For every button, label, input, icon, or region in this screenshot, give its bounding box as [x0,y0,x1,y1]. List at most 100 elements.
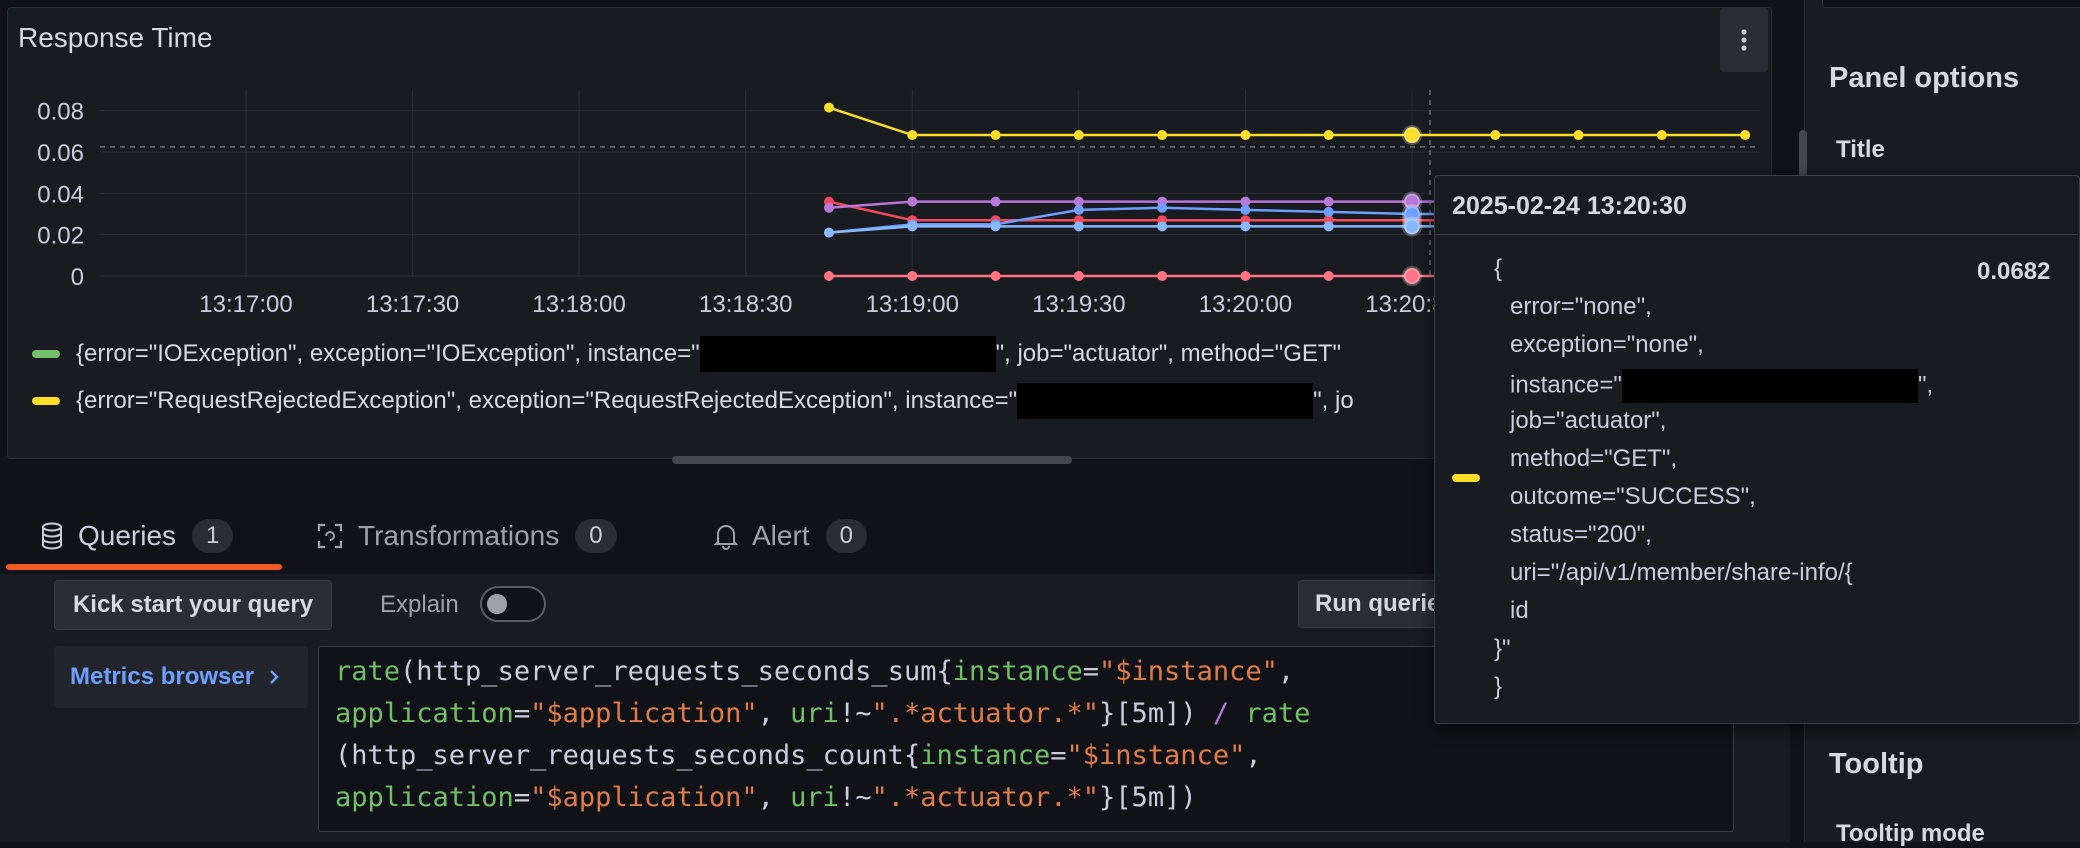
legend-item-partial: {error="none", exception="none", instanc… [70,432,1470,446]
data-point [1490,130,1501,141]
tooltip-timestamp: 2025-02-24 13:20:30 [1452,192,1687,220]
x-tick-label: 13:18:30 [699,291,792,318]
data-point [1323,206,1334,217]
tooltip-label-line: job="actuator", [1510,407,1667,434]
tab-label: Queries [78,520,177,551]
x-tick-label: 13:17:00 [199,291,292,318]
chevron-right-icon [270,670,279,684]
y-tick-label: 0 [71,264,84,291]
legend-label-pre: {error="RequestRejectedException", excep… [76,387,1018,414]
data-point [1073,130,1084,141]
title-field-label: Title [1836,136,1885,163]
sidebar-scrollbar[interactable] [1799,130,1807,180]
kick-start-query-button[interactable]: Kick start your query [54,580,332,630]
tab-transformations[interactable]: Transformations 0 [316,500,617,572]
y-tick-label: 0.08 [37,99,84,126]
tab-queries[interactable]: Queries 1 [40,500,234,572]
legend-label-pre: {error="IOException", exception="IOExcep… [76,340,700,367]
data-point [990,130,1001,141]
tooltip-label-line: } [1494,673,1503,700]
x-tick-label: 13:19:30 [1032,291,1125,318]
data-point [1157,202,1168,213]
series-line [828,106,1746,137]
data-point [990,271,1001,281]
data-point [1740,130,1751,141]
data-point [1157,271,1168,281]
data-point [1240,221,1251,232]
data-point [1323,221,1334,232]
data-point [907,271,918,281]
tab-label: Alert [752,520,810,551]
data-point [1073,271,1084,281]
panel-options-heading[interactable]: Panel options [1829,62,2019,95]
tooltip-series-swatch [1452,474,1480,482]
data-point [1073,204,1084,215]
code-line: application="$application", uri!~".*actu… [335,782,1197,813]
data-point [1240,204,1251,215]
data-point [1323,271,1334,281]
data-point [1402,266,1422,286]
transform-icon [317,523,343,549]
x-tick-label: 13:19:00 [866,291,959,318]
data-point [1656,130,1667,141]
data-point [824,102,834,113]
kebab-vertical-icon [1741,29,1747,51]
redacted-instance [1621,369,1918,403]
metrics-browser-label: Metrics browser [70,663,255,690]
legend-item[interactable]: {error="IOException", exception="IOExcep… [32,334,1341,374]
data-point [824,202,834,213]
explain-label: Explain [380,591,459,618]
tooltip-label-line: instance=" ", [1510,369,1933,403]
tab-alert[interactable]: Alert 0 [714,500,867,572]
tab-count-badge: 1 [192,519,234,553]
panel-title: Response Time [18,22,213,53]
data-point [990,196,1001,207]
sidebar-search-box[interactable] [1822,0,2080,8]
legend-label-post: ", job="actuator", method="GET" [995,340,1342,367]
data-point [1157,221,1168,232]
tooltip-label-line: status="200", [1510,521,1652,548]
tooltip-label-line: error="none", [1510,293,1652,320]
y-tick-label: 0.04 [37,181,84,208]
y-tick-label: 0.06 [37,140,84,167]
data-point [1073,221,1084,232]
y-axis-ticks: 0 0.02 0.04 0.06 0.08 [37,99,84,291]
data-point [1402,216,1422,237]
data-point [1323,196,1334,207]
tooltip-value: 0.0682 [1977,258,2051,285]
data-point [1573,130,1584,141]
tooltip-mode-label: Tooltip mode [1836,820,1985,847]
data-point [907,130,918,141]
x-axis-ticks: 13:17:00 13:17:30 13:18:00 13:18:30 13:19:00… [199,291,1458,318]
database-icon [42,522,62,550]
active-tab-indicator [6,564,282,570]
tooltip-label-line: id [1510,597,1529,624]
code-line: (http_server_requests_seconds_count{inst… [335,740,1262,771]
tooltip-section-heading[interactable]: Tooltip [1829,748,1923,781]
data-point [1240,130,1251,141]
data-point [907,221,918,232]
x-tick-label: 13:20:00 [1199,291,1292,318]
tab-count-badge: 0 [575,519,617,553]
metrics-browser-button[interactable]: Metrics browser [54,646,308,708]
tooltip-label-line: method="GET", [1510,445,1678,472]
legend-label-post: ", jo [1313,387,1354,414]
x-tick-label: 13:17:30 [366,291,459,318]
legend-horizontal-scrollbar[interactable] [672,456,1072,464]
y-tick-label: 0.02 [37,223,84,250]
data-point [824,227,834,238]
data-point [1240,271,1251,281]
tooltip-label-line: { [1494,255,1503,282]
panel-menu-button[interactable] [1720,8,1768,72]
legend-item[interactable]: {error="RequestRejectedException", excep… [32,381,1354,421]
data-point [907,196,918,207]
tab-label: Transformations [358,520,560,551]
x-tick-label: 13:18:00 [532,291,625,318]
tooltip-label-line: outcome="SUCCESS", [1510,483,1756,510]
tooltip-label-line: uri="/api/v1/member/share-info/{ [1510,559,1853,586]
tab-count-badge: 0 [825,519,867,553]
explain-toggle-knob [487,594,507,614]
tooltip-label-line: exception="none", [1510,331,1704,358]
tooltip-divider [1435,234,2078,235]
legend-swatch [32,350,60,358]
